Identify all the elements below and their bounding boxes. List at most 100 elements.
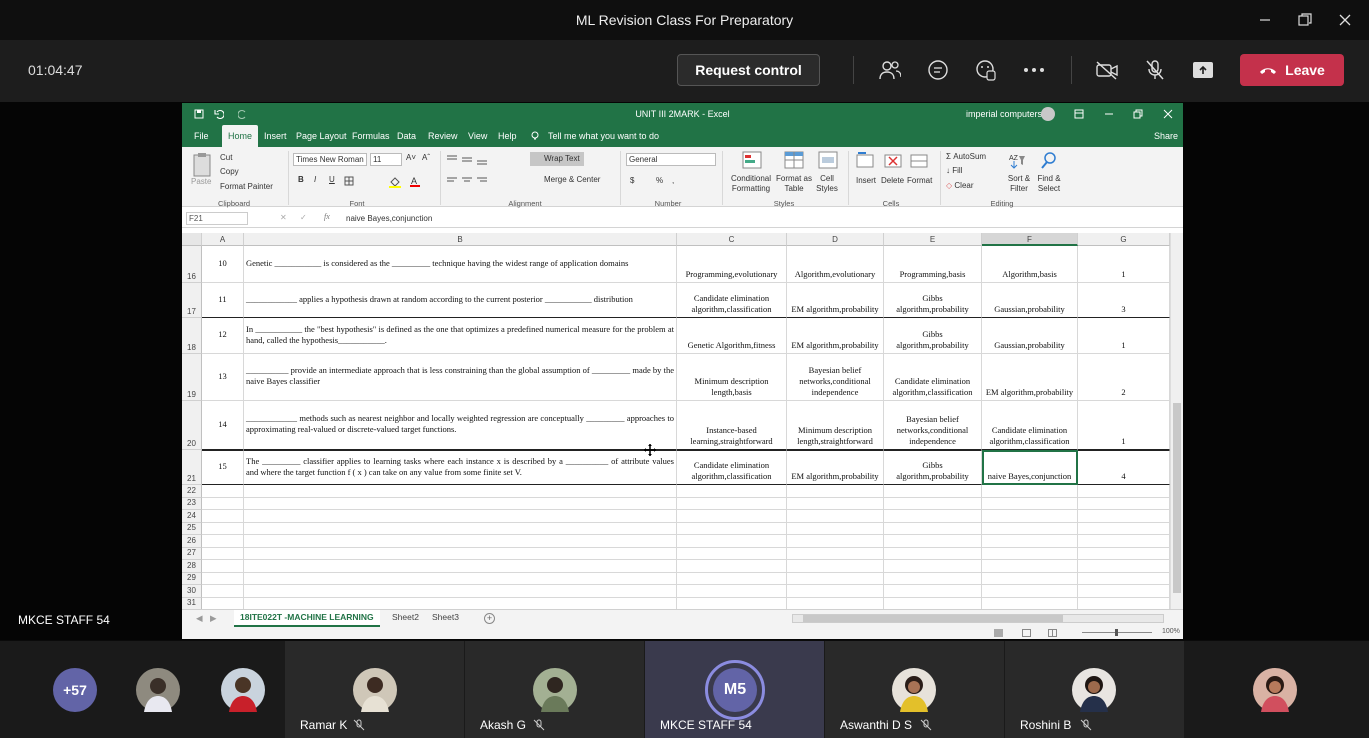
name-box[interactable]: F21 [186, 212, 248, 225]
cell-e[interactable]: Gibbs algorithm,probability [884, 283, 982, 318]
clear-button[interactable]: ◇ Clear [946, 181, 974, 190]
tab-page-layout[interactable]: Page Layout [290, 125, 353, 147]
empty-cell[interactable] [202, 547, 244, 560]
cell-c[interactable]: Genetic Algorithm,fitness [677, 318, 787, 354]
zoom-slider-thumb[interactable] [1115, 629, 1118, 636]
number-format-dropdown[interactable]: General [626, 153, 716, 166]
row-header[interactable]: 25 [182, 522, 202, 535]
empty-cell[interactable] [202, 560, 244, 573]
empty-cell[interactable] [787, 547, 884, 560]
empty-cell[interactable] [982, 510, 1078, 523]
row-header[interactable]: 22 [182, 485, 202, 498]
sort-filter-icon[interactable]: AZ [1008, 151, 1026, 169]
empty-cell[interactable] [884, 585, 982, 598]
horizontal-scrollbar[interactable] [792, 614, 1164, 623]
empty-cell[interactable] [244, 522, 677, 535]
empty-cell[interactable] [244, 547, 677, 560]
cell-a[interactable]: 14 [202, 401, 244, 450]
empty-cell[interactable] [884, 497, 982, 510]
empty-cell[interactable] [787, 497, 884, 510]
cell-a[interactable]: 11 [202, 283, 244, 318]
tab-file[interactable]: File [188, 125, 215, 147]
minimize-button[interactable] [1245, 0, 1285, 40]
cut-button[interactable]: Cut [220, 153, 232, 162]
empty-cell[interactable] [982, 535, 1078, 548]
scrollbar-thumb[interactable] [803, 615, 1063, 622]
cell-g[interactable]: 4 [1078, 450, 1170, 485]
cell-d[interactable]: EM algorithm,probability [787, 318, 884, 354]
tab-insert[interactable]: Insert [258, 125, 293, 147]
camera-toggle-button[interactable] [1089, 54, 1125, 86]
cell-f[interactable]: Gaussian,probability [982, 283, 1078, 318]
add-sheet-button[interactable]: + [484, 613, 495, 624]
tell-me-search[interactable]: Tell me what you want to do [542, 125, 665, 147]
column-header[interactable]: C [677, 233, 787, 246]
zoom-slider[interactable] [1082, 629, 1152, 636]
cell-b[interactable]: In ___________ the "best hypothesis" is … [244, 318, 677, 354]
empty-cell[interactable] [677, 510, 787, 523]
italic-icon[interactable]: I [314, 175, 316, 184]
cell-c[interactable]: Programming,evolutionary [677, 246, 787, 283]
insert-function-icon[interactable]: fx [324, 212, 330, 221]
cell-d[interactable]: Bayesian belief networks,conditional ind… [787, 354, 884, 401]
empty-cell[interactable] [1078, 547, 1170, 560]
currency-icon[interactable]: $ [630, 176, 634, 185]
empty-cell[interactable] [787, 485, 884, 498]
ribbon-display-icon[interactable] [1074, 109, 1084, 119]
empty-cell[interactable] [1078, 485, 1170, 498]
row-header[interactable]: 21 [182, 450, 202, 485]
mic-toggle-button[interactable] [1137, 54, 1173, 86]
autosum-button[interactable]: Σ AutoSum [946, 152, 986, 161]
row-header[interactable]: 30 [182, 585, 202, 598]
format-as-table-icon[interactable] [784, 151, 804, 169]
empty-cell[interactable] [202, 572, 244, 585]
empty-cell[interactable] [787, 510, 884, 523]
tab-formulas[interactable]: Formulas [346, 125, 396, 147]
vertical-align-icons[interactable] [446, 153, 490, 165]
cell-c[interactable]: Candidate elimination algorithm,classifi… [677, 283, 787, 318]
close-button[interactable] [1325, 0, 1365, 40]
share-link[interactable]: Share [1148, 125, 1183, 147]
cell-d[interactable]: EM algorithm,probability [787, 450, 884, 485]
row-header[interactable]: 28 [182, 560, 202, 573]
find-select-button[interactable]: Find & Select [1032, 174, 1066, 194]
empty-cell[interactable] [982, 572, 1078, 585]
cell-b[interactable]: __________ provide an intermediate appro… [244, 354, 677, 401]
empty-cell[interactable] [677, 497, 787, 510]
row-header[interactable]: 20 [182, 401, 202, 450]
empty-cell[interactable] [1078, 535, 1170, 548]
column-header[interactable]: F [982, 233, 1078, 246]
cell-b[interactable]: ____________ applies a hypothesis drawn … [244, 283, 677, 318]
fill-color-icon[interactable] [389, 176, 401, 188]
participant-tile[interactable]: Aswanthi D S [825, 641, 1004, 738]
empty-cell[interactable] [244, 585, 677, 598]
cell-e[interactable]: Programming,basis [884, 246, 982, 283]
empty-cell[interactable] [244, 510, 677, 523]
cell-styles-button[interactable]: Cell Styles [812, 174, 842, 194]
cell-a[interactable]: 12 [202, 318, 244, 354]
cell-c[interactable]: Candidate elimination algorithm,classifi… [677, 450, 787, 485]
underline-icon[interactable]: U [329, 175, 335, 184]
cell-d[interactable]: Algorithm,evolutionary [787, 246, 884, 283]
row-header[interactable]: 26 [182, 535, 202, 548]
row-header[interactable]: 23 [182, 497, 202, 510]
empty-cell[interactable] [677, 547, 787, 560]
sheet-tab[interactable]: Sheet2 [386, 610, 425, 627]
more-actions-button[interactable] [1016, 54, 1052, 86]
user-avatar[interactable] [1041, 107, 1055, 121]
grow-font-icon[interactable]: A˅ [406, 153, 416, 162]
cell-g[interactable]: 2 [1078, 354, 1170, 401]
conditional-formatting-button[interactable]: Conditional Formatting [728, 174, 774, 194]
next-sheet-icon[interactable]: ▶ [210, 613, 217, 624]
empty-cell[interactable] [202, 585, 244, 598]
select-all-corner[interactable] [182, 233, 202, 246]
empty-cell[interactable] [982, 485, 1078, 498]
cell-a[interactable]: 10 [202, 246, 244, 283]
cell-g[interactable]: 3 [1078, 283, 1170, 318]
cell-a[interactable]: 13 [202, 354, 244, 401]
empty-cell[interactable] [677, 522, 787, 535]
empty-cell[interactable] [787, 560, 884, 573]
restore-button[interactable] [1285, 0, 1325, 40]
scrollbar-thumb[interactable] [1173, 403, 1181, 593]
worksheet-grid[interactable]: ABCDEFG 16 10 Genetic ___________ is consi… [182, 233, 1183, 610]
